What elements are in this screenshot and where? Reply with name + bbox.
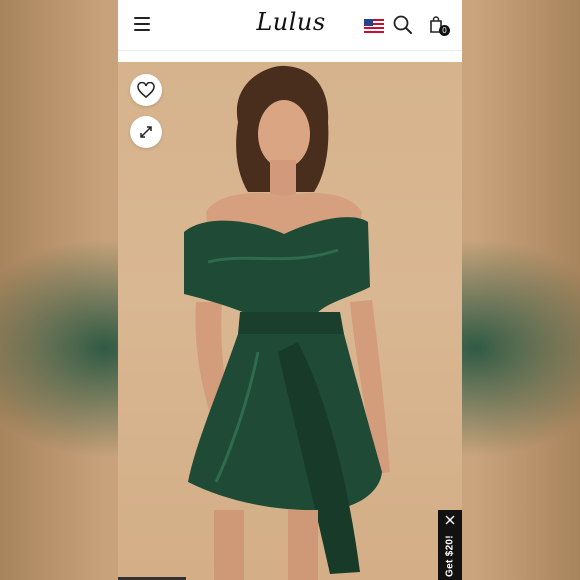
brand-logo[interactable]: Lulus	[246, 8, 336, 36]
expand-image-button[interactable]	[130, 116, 162, 148]
product-image[interactable]	[118, 62, 462, 580]
phone-screen: Lulus 0	[118, 0, 462, 580]
us-flag-icon[interactable]	[364, 19, 384, 33]
model-illustration	[184, 65, 390, 580]
expand-arrows-icon	[140, 126, 152, 138]
shopping-bag-icon[interactable]: 0	[427, 15, 451, 39]
search-icon[interactable]	[393, 15, 413, 35]
top-nav-bar: Lulus 0	[118, 0, 462, 51]
close-icon[interactable]	[445, 515, 455, 525]
promo-label[interactable]: Get $20!	[445, 535, 456, 577]
cart-count-badge: 0	[439, 25, 450, 36]
wishlist-heart-button[interactable]	[130, 74, 162, 106]
promo-tab[interactable]: Get $20!	[438, 510, 462, 580]
hamburger-menu-icon[interactable]	[134, 17, 150, 31]
heart-icon	[137, 82, 155, 98]
header-spacer	[118, 51, 462, 62]
